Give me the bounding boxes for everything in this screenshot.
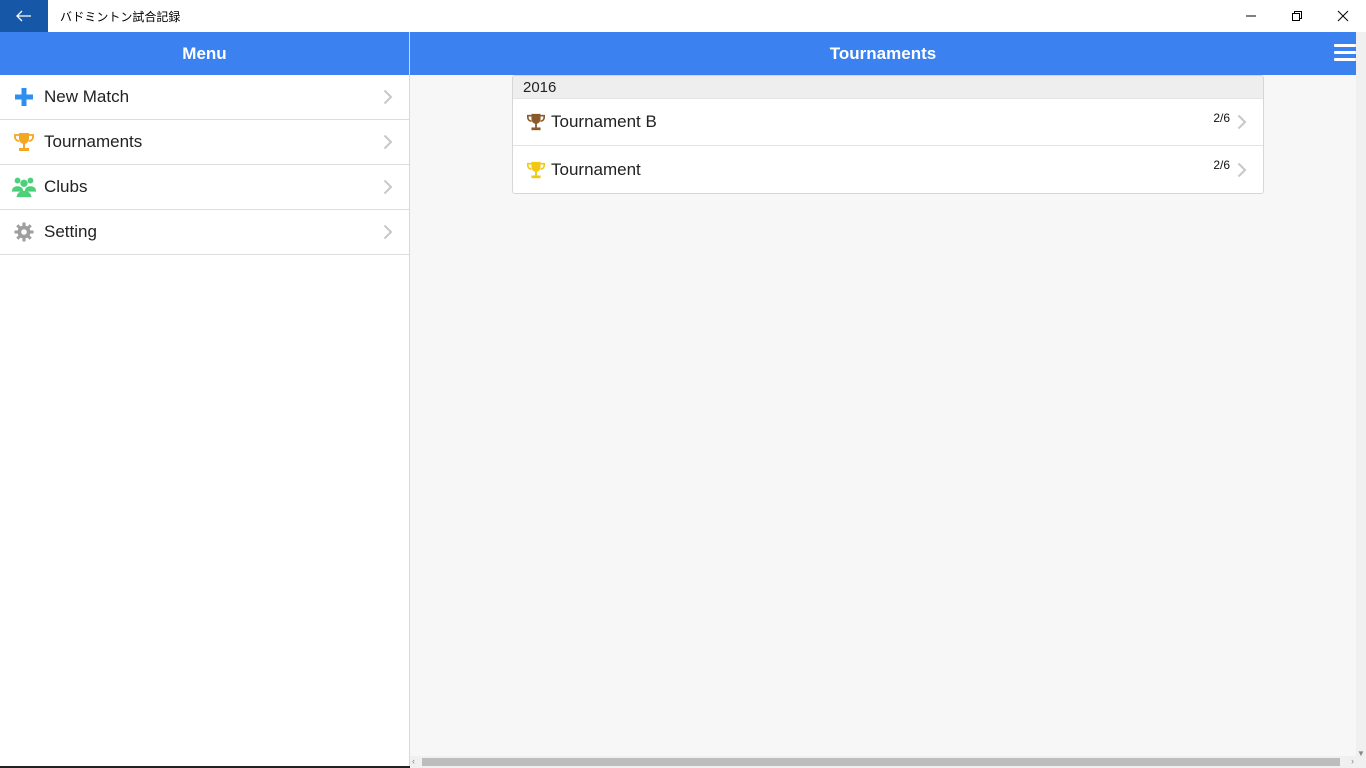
scroll-right-icon[interactable]: › (1351, 756, 1354, 766)
minimize-button[interactable] (1228, 0, 1274, 32)
list-item-tournament[interactable]: Tournament 2/6 (513, 146, 1263, 193)
sidebar-item-label: Tournaments (44, 132, 143, 151)
trophy-icon (525, 111, 547, 133)
trophy-icon (525, 159, 547, 181)
tournament-list: 2016 Tournament B 2/6 Tournament 2/6 (512, 75, 1264, 194)
scrollbar-thumb[interactable] (422, 758, 1340, 766)
hamburger-icon[interactable] (1334, 44, 1356, 62)
gear-icon (12, 220, 36, 244)
restore-button[interactable] (1274, 0, 1320, 32)
scroll-down-icon[interactable]: ▼ (1357, 749, 1365, 758)
trophy-icon (12, 130, 36, 154)
chevron-right-icon (1237, 114, 1247, 130)
close-button[interactable] (1320, 0, 1366, 32)
page-title: Tournaments (829, 43, 937, 63)
list-item-label: Tournament (551, 159, 641, 179)
app-title: バドミントン試合記録 (60, 9, 181, 24)
chevron-right-icon (383, 224, 393, 240)
main-header: Tournaments (410, 32, 1356, 75)
group-header-year: 2016 (513, 76, 1263, 99)
restore-icon (1292, 11, 1302, 21)
chevron-right-icon (1237, 162, 1247, 177)
sidebar-header: Menu (0, 32, 409, 75)
chevron-right-icon (383, 134, 393, 150)
vertical-scrollbar[interactable]: ▼ (1356, 32, 1366, 768)
sidebar-item-label: Clubs (44, 177, 88, 196)
minimize-icon (1246, 15, 1256, 17)
back-button[interactable] (0, 0, 48, 32)
chevron-right-icon (383, 89, 393, 105)
sidebar-item-label: New Match (44, 87, 130, 106)
window-controls (1228, 0, 1366, 32)
scroll-left-icon[interactable]: ‹ (412, 756, 415, 766)
group-icon (12, 175, 36, 199)
sidebar-item-label: Setting (44, 222, 97, 241)
match-count: 2/6 (1213, 158, 1230, 172)
arrow-left-icon (16, 10, 31, 22)
list-item-label: Tournament B (551, 112, 657, 131)
sidebar-item-new-match[interactable]: New Match (0, 75, 409, 120)
main-panel: Tournaments 2016 Tournament B 2/6 Tourna… (410, 32, 1356, 768)
sidebar-item-tournaments[interactable]: Tournaments (0, 120, 409, 165)
plus-icon (12, 85, 36, 109)
sidebar-item-clubs[interactable]: Clubs (0, 165, 409, 210)
match-count: 2/6 (1213, 111, 1230, 125)
title-bar: バドミントン試合記録 (0, 0, 1366, 32)
chevron-right-icon (383, 179, 393, 195)
list-item-tournament-b[interactable]: Tournament B 2/6 (513, 99, 1263, 146)
sidebar: Menu New Match Tournaments Clubs Setting (0, 32, 410, 768)
horizontal-scrollbar[interactable]: ‹ › (410, 756, 1356, 768)
sidebar-item-setting[interactable]: Setting (0, 210, 409, 255)
close-icon (1337, 10, 1349, 22)
